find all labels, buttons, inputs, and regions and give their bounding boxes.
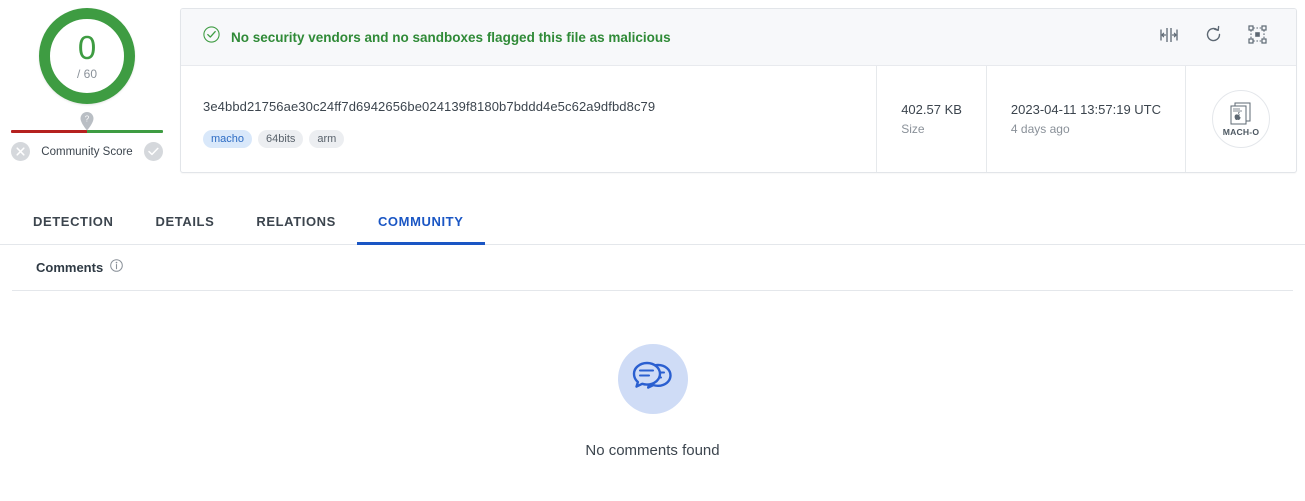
- file-hash[interactable]: 3e4bbd21756ae30c24ff7d6942656be024139f81…: [203, 99, 856, 114]
- similar-files-icon: [1159, 27, 1179, 48]
- question-pin-icon: ?: [80, 112, 95, 131]
- reanalyze-button[interactable]: [1202, 25, 1224, 49]
- reanalyze-icon: [1204, 25, 1223, 49]
- graph-button[interactable]: [1246, 25, 1268, 49]
- file-size-label: Size: [901, 122, 925, 136]
- svg-text:MACH-O: MACH-O: [1223, 127, 1260, 137]
- tab-detection[interactable]: DETECTION: [12, 214, 135, 245]
- file-identity: 3e4bbd21756ae30c24ff7d6942656be024139f81…: [181, 66, 876, 172]
- tab-details[interactable]: DETAILS: [135, 214, 236, 245]
- file-analysis-relative: 4 days ago: [1010, 122, 1070, 136]
- score-total: / 60: [76, 67, 97, 81]
- community-score-row: Community Score: [11, 142, 163, 161]
- file-tag[interactable]: arm: [309, 129, 345, 148]
- svg-text:?: ?: [85, 115, 90, 124]
- speech-bubbles-icon: [617, 344, 688, 414]
- no-comments-text: No comments found: [585, 442, 720, 459]
- info-icon[interactable]: [110, 258, 123, 277]
- banner-status: No security vendors and no sandboxes fla…: [203, 26, 1158, 48]
- tab-community[interactable]: COMMUNITY: [356, 214, 485, 245]
- check-circle-icon: [203, 26, 220, 48]
- score-value: 0: [77, 29, 97, 66]
- file-type-column: MACH-O: [1185, 66, 1296, 172]
- score-bar-negative: [11, 130, 87, 133]
- x-circle-icon: [11, 142, 30, 161]
- file-size-value: 402.57 KB: [901, 102, 962, 117]
- community-score-label: Community Score: [41, 145, 133, 158]
- comments-title: Comments: [36, 260, 104, 275]
- detection-banner: No security vendors and no sandboxes fla…: [181, 9, 1296, 66]
- file-size-column: 402.57 KB Size: [876, 66, 986, 172]
- file-tags: macho 64bits arm: [203, 129, 856, 148]
- comments-empty-state: No comments found: [0, 291, 1305, 459]
- file-summary-region: 0 / 60 ? Community Score No security ven…: [0, 0, 1305, 173]
- tab-bar: DETECTION DETAILS RELATIONS COMMUNITY: [0, 199, 1305, 245]
- similar-files-button[interactable]: [1158, 26, 1180, 48]
- comments-header: Comments: [12, 245, 1293, 291]
- community-score-widget: ? Community Score: [11, 112, 163, 161]
- tab-relations[interactable]: RELATIONS: [235, 214, 357, 245]
- detection-score-ring: 0 / 60: [39, 8, 135, 104]
- file-analysis-date: 2023-04-11 13:57:19 UTC: [1010, 102, 1161, 117]
- detection-status-text: No security vendors and no sandboxes fla…: [231, 29, 671, 45]
- check-circle-icon: [143, 142, 163, 161]
- file-tag[interactable]: 64bits: [258, 129, 304, 148]
- score-column: 0 / 60 ? Community Score: [0, 0, 174, 161]
- file-card: No security vendors and no sandboxes fla…: [180, 8, 1297, 173]
- macho-file-icon: MACH-O: [1212, 90, 1270, 148]
- score-bar-positive: [87, 130, 163, 133]
- file-date-column: 2023-04-11 13:57:19 UTC 4 days ago: [985, 66, 1185, 172]
- graph-pivot-icon: [1247, 25, 1267, 49]
- banner-actions: [1158, 25, 1280, 49]
- file-tag[interactable]: macho: [203, 129, 253, 148]
- file-details-row: 3e4bbd21756ae30c24ff7d6942656be024139f81…: [181, 66, 1296, 172]
